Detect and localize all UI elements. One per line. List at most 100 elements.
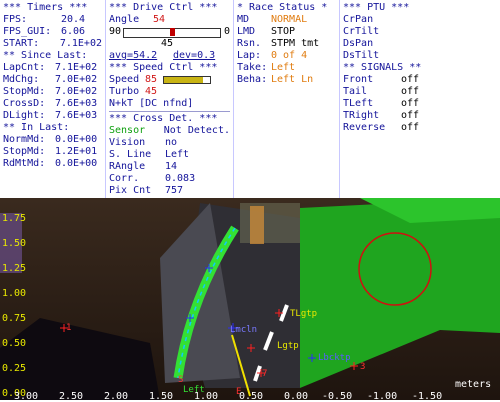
since-label: DLight:: [3, 110, 46, 121]
y-tick: 1.75: [2, 213, 27, 224]
x-tick: -1.00: [367, 391, 398, 402]
race-value: Left Ln: [271, 74, 314, 85]
speed-value: 85: [145, 74, 158, 85]
signal-label: Tail: [343, 86, 368, 97]
since-label: MdChg:: [3, 74, 40, 85]
timer-label: FPS_GUI:: [3, 26, 52, 37]
camera-view[interactable]: TLgtp Lgtp Lbcktp S Left Lmcln 7 1 3 E: [0, 198, 500, 400]
x-tick: -1.50: [412, 391, 443, 402]
label-lmcln: Lmcln: [230, 325, 258, 335]
y-tick: 0.75: [2, 313, 27, 324]
since-value: 7.0E+02: [55, 86, 98, 97]
camera-overlay: [0, 198, 500, 400]
slider-mid-label: 45: [161, 38, 174, 49]
inlast-value: 0.0E+00: [55, 134, 98, 145]
ptu-item-crpan[interactable]: CrPan: [343, 14, 497, 26]
range-left: 90: [109, 26, 122, 37]
timer-value: 7.1E+02: [59, 38, 102, 49]
cross-value: 14: [165, 161, 178, 172]
race-label: Take:: [237, 62, 268, 73]
label-tlgtp: TLgtp: [290, 309, 318, 319]
cross-value: 0.083: [165, 173, 196, 184]
cross-value: no: [165, 137, 178, 148]
since-label: LapCnt:: [3, 62, 46, 73]
speed-bar-fill: [164, 77, 204, 83]
signal-value: off: [401, 110, 420, 121]
label-s: S: [178, 375, 184, 385]
since-value: 7.6E+03: [55, 110, 98, 121]
x-tick: 1.50: [149, 391, 174, 402]
race-label: Rsn.: [237, 38, 262, 49]
nkt-status: N+kT [DC nfnd]: [109, 98, 194, 109]
inlast-label: RdMtMd:: [3, 158, 46, 169]
race-label: MD: [237, 14, 250, 25]
avg-value: avg=54.2: [109, 50, 158, 61]
x-tick: 2.50: [59, 391, 84, 402]
speed-label: Speed: [109, 74, 140, 85]
label-3: 3: [360, 362, 366, 372]
signal-label: Front: [343, 74, 374, 85]
ptu-item-dspan[interactable]: DsPan: [343, 38, 497, 50]
cross-label: Sensor: [109, 125, 146, 136]
cross-value: Left: [165, 149, 190, 160]
angle-slider[interactable]: [123, 28, 221, 38]
timer-value: 20.4: [61, 14, 86, 25]
ptu-panel: *** PTU *** CrPan CrTilt DsPan DsTilt **…: [340, 0, 500, 198]
ptu-item-crtilt[interactable]: CrTilt: [343, 26, 497, 38]
drive-header: *** Drive Ctrl ***: [109, 2, 218, 13]
cross-value: Not Detect.: [163, 125, 230, 136]
turbo-value: 45: [145, 86, 158, 97]
cross-value: 757: [165, 185, 184, 196]
signals-header: ** SIGNALS **: [343, 62, 422, 73]
since-value: 7.0E+02: [55, 74, 98, 85]
inlast-label: NormMd:: [3, 134, 46, 145]
race-value: STOP: [271, 26, 296, 37]
angle-value: 54: [153, 14, 166, 25]
y-tick: 0.25: [2, 363, 27, 374]
signal-value: off: [401, 74, 420, 85]
cross-label: Vision: [109, 137, 146, 148]
x-tick: 3.00: [14, 391, 39, 402]
race-value: 0 of 4: [271, 50, 308, 61]
dev-value: dev=0.3: [173, 50, 216, 61]
label-7: 7: [262, 369, 268, 379]
since-label: StopMd:: [3, 86, 46, 97]
race-label: LMD: [237, 26, 256, 37]
drive-panel: *** Drive Ctrl *** Angle 54 90 0 45 avg=5…: [106, 0, 234, 198]
race-status-panel: * Race Status * MD NORMAL LMD STOP Rsn. STP…: [234, 0, 340, 198]
signal-label: TRight: [343, 110, 380, 121]
ptu-header: *** PTU ***: [343, 2, 410, 13]
label-lgtp: Lgtp: [277, 341, 299, 351]
since-value: 7.6E+03: [55, 98, 98, 109]
cross-label: RAngle: [109, 161, 146, 172]
label-1: 1: [66, 323, 72, 333]
x-tick: 0.50: [239, 391, 264, 402]
inlast-label: StopMd:: [3, 146, 46, 157]
axis-units: meters: [455, 379, 492, 390]
cross-label: Pix Cnt: [109, 185, 152, 196]
y-tick: 1.00: [2, 288, 27, 299]
signal-label: Reverse: [343, 122, 386, 133]
race-value: Left: [271, 62, 296, 73]
inlast-value: 1.2E+01: [55, 146, 98, 157]
signal-value: off: [401, 122, 420, 133]
since-label: CrossD:: [3, 98, 46, 109]
timers-header: *** Timers ***: [3, 2, 88, 13]
timers-panel: *** Timers *** FPS: 20.4 FPS_GUI: 6.06 STA…: [0, 0, 106, 198]
ptu-item-dstilt[interactable]: DsTilt: [343, 50, 497, 62]
signal-value: off: [401, 98, 420, 109]
race-value: NORMAL: [271, 14, 308, 25]
range-right: 0: [223, 26, 230, 37]
speed-bar: [163, 76, 211, 84]
inlast-value: 0.0E+00: [55, 158, 98, 169]
y-tick: 1.50: [2, 238, 27, 249]
since-last-header: ** Since Last:: [3, 50, 88, 61]
x-tick: 1.00: [194, 391, 219, 402]
timer-label: START:: [3, 38, 40, 49]
angle-slider-thumb[interactable]: [169, 28, 175, 36]
in-last-header: ** In Last:: [3, 122, 70, 133]
y-tick: 1.25: [2, 263, 27, 274]
divider: [109, 111, 230, 112]
speed-header: *** Speed Ctrl ***: [109, 62, 218, 73]
cross-header: *** Cross Det. ***: [109, 113, 218, 124]
